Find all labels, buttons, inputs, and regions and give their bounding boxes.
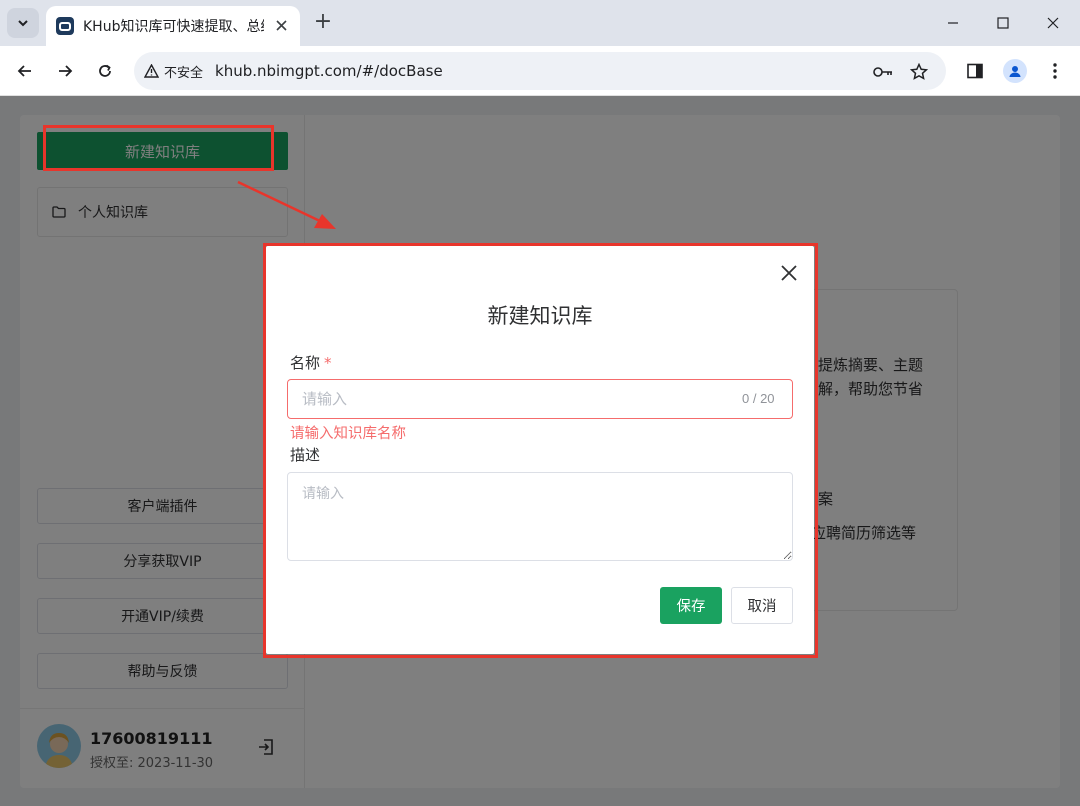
annotation-arrow-icon — [237, 180, 336, 229]
